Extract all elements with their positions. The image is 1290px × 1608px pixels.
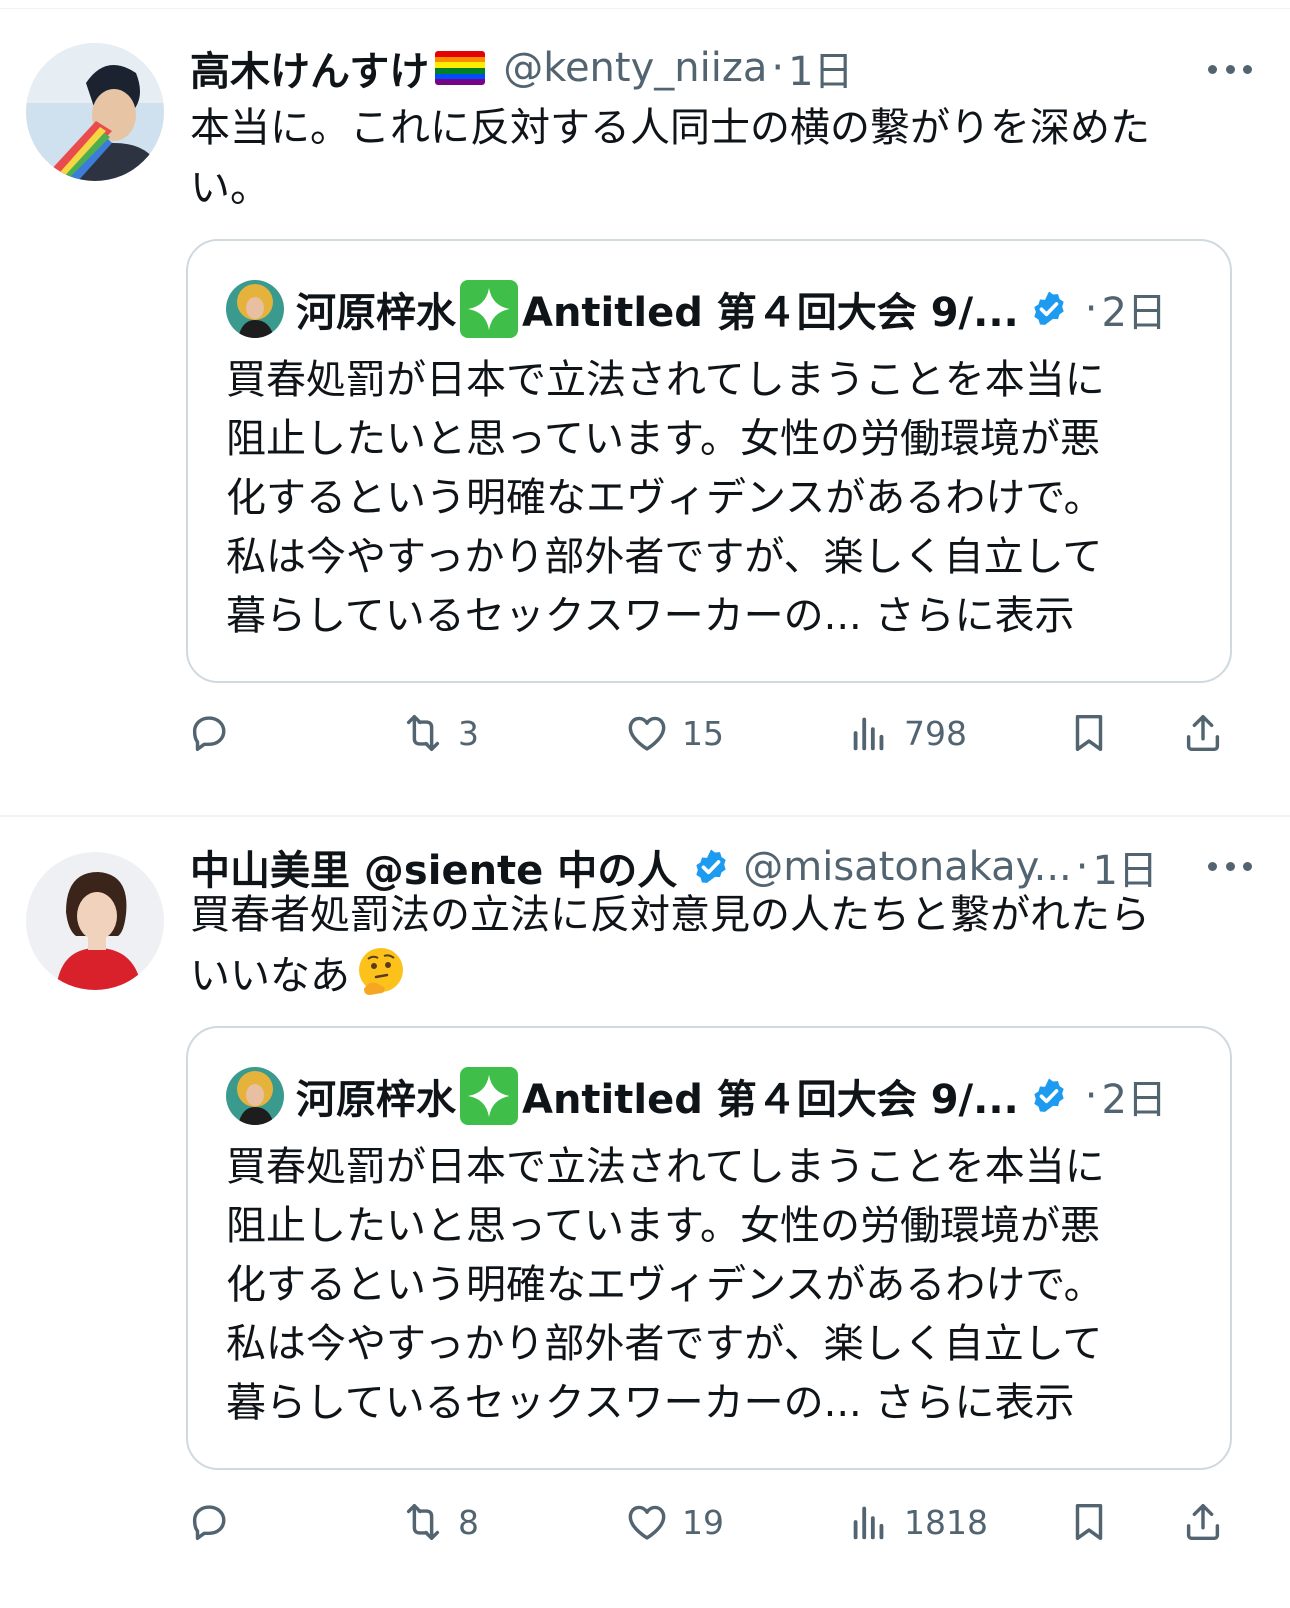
retweet-icon bbox=[406, 1503, 440, 1541]
quoted-display-name-rest: Antitled 第４回大会 9/... bbox=[522, 290, 1019, 336]
tweet-header: 高木けんすけ @kenty_niiza · 1日 bbox=[190, 38, 1270, 98]
handle[interactable]: @kenty_niiza bbox=[503, 45, 767, 91]
quoted-display-name: 河原梓水 bbox=[296, 290, 456, 336]
handle[interactable]: @misatonakay... bbox=[743, 844, 1072, 890]
tweet-text-line-wrap: いいなあ bbox=[190, 945, 1250, 1006]
avatar[interactable] bbox=[26, 852, 164, 990]
quoted-text-line: 阻止したいと思っています。女性の労働環境が悪 bbox=[226, 1203, 1100, 1249]
separator-dot: · bbox=[1084, 1073, 1098, 1119]
retweet-count: 8 bbox=[458, 1502, 479, 1542]
tweet-text: 買春者処罰法の立法に反対意見の人たちと繋がれたら いいなあ bbox=[190, 885, 1250, 1006]
bookmark-icon bbox=[1075, 714, 1103, 752]
views-icon bbox=[853, 717, 884, 751]
bookmark-icon bbox=[1075, 1503, 1103, 1541]
sparkle-emoji bbox=[460, 1067, 518, 1125]
quoted-text-line: 化するという明確なエヴィデンスがあるわけで。 bbox=[226, 475, 1104, 521]
quoted-text-line: 買春処罰が日本で立法されてしまうことを本当に bbox=[226, 357, 1105, 403]
tweet-text-line: い。 bbox=[190, 165, 270, 211]
tweet[interactable]: 中山美里 @siente 中の人 @misatonakay... · 1日 買春… bbox=[0, 817, 1290, 1608]
share-icon bbox=[1186, 1503, 1220, 1541]
quoted-text-line: 私は今やすっかり部外者ですが、楽しく自立して bbox=[226, 1321, 1103, 1367]
more-icon[interactable] bbox=[1208, 862, 1252, 872]
views-button[interactable]: 798 bbox=[846, 698, 967, 768]
retweet-button[interactable]: 8 bbox=[400, 1487, 479, 1557]
separator-dot: · bbox=[1075, 844, 1089, 890]
verified-badge-icon bbox=[1034, 1078, 1064, 1112]
quoted-tweet-header: 河原梓水 Antitled 第４回大会 9/... · 2日 bbox=[226, 279, 1167, 339]
reply-button[interactable] bbox=[186, 698, 232, 768]
quoted-avatar bbox=[226, 1067, 284, 1125]
quoted-tweet-text: 買春処罰が日本で立法されてしまうことを本当に 阻止したいと思っています。女性の労… bbox=[226, 1138, 1180, 1433]
avatar[interactable] bbox=[26, 43, 164, 181]
quoted-tweet[interactable]: 河原梓水 Antitled 第４回大会 9/... · 2日 買春処罰が日本で立… bbox=[186, 239, 1232, 683]
views-icon bbox=[853, 1506, 884, 1540]
tweet[interactable]: 高木けんすけ @kenty_niiza · 1日 本当に。これに反対する人同士の… bbox=[0, 8, 1290, 815]
view-count: 798 bbox=[904, 713, 967, 753]
views-button[interactable]: 1818 bbox=[846, 1487, 988, 1557]
tweet-text: 本当に。これに反対する人同士の横の繋がりを深めた い。 bbox=[190, 98, 1250, 218]
share-button[interactable] bbox=[1180, 698, 1226, 768]
quoted-tweet[interactable]: 河原梓水 Antitled 第４回大会 9/... · 2日 買春処罰が日本で立… bbox=[186, 1026, 1232, 1470]
quoted-timestamp: 2日 bbox=[1101, 290, 1167, 336]
quoted-display-name-rest: Antitled 第４回大会 9/... bbox=[522, 1077, 1019, 1123]
like-button[interactable]: 19 bbox=[624, 1487, 724, 1557]
separator-dot: · bbox=[771, 45, 785, 91]
quoted-avatar bbox=[226, 280, 284, 338]
tweet-text-line: いいなあ bbox=[190, 953, 350, 999]
action-bar: 8 19 1818 bbox=[186, 1487, 1236, 1557]
reply-button[interactable] bbox=[186, 1487, 232, 1557]
quoted-text-line: 暮らしているセックスワーカーの... さらに表示 bbox=[226, 1380, 1075, 1426]
quoted-tweet-text: 買春処罰が日本で立法されてしまうことを本当に 阻止したいと思っています。女性の労… bbox=[226, 351, 1180, 646]
like-count: 19 bbox=[682, 1502, 724, 1542]
retweet-icon bbox=[406, 714, 440, 752]
quoted-timestamp: 2日 bbox=[1101, 1077, 1167, 1123]
heart-icon bbox=[628, 1505, 666, 1540]
sparkle-emoji bbox=[460, 280, 518, 338]
retweet-button[interactable]: 3 bbox=[400, 698, 479, 768]
action-bar: 3 15 798 bbox=[186, 698, 1236, 768]
tweet-text-line: 買春者処罰法の立法に反対意見の人たちと繋がれたら bbox=[190, 892, 1150, 938]
reply-icon bbox=[192, 1505, 226, 1541]
bookmark-button[interactable] bbox=[1066, 1487, 1112, 1557]
thinking-face-emoji bbox=[359, 948, 403, 995]
share-button[interactable] bbox=[1180, 1487, 1226, 1557]
quoted-text-line: 買春処罰が日本で立法されてしまうことを本当に bbox=[226, 1144, 1105, 1190]
verified-badge-icon bbox=[1034, 291, 1064, 325]
share-icon bbox=[1186, 714, 1220, 752]
timestamp[interactable]: 1日 bbox=[788, 39, 853, 97]
reply-icon bbox=[192, 716, 226, 752]
display-name[interactable]: 高木けんすけ bbox=[190, 39, 429, 97]
quoted-text-line: 阻止したいと思っています。女性の労働環境が悪 bbox=[226, 416, 1100, 462]
quoted-display-name: 河原梓水 bbox=[296, 1077, 456, 1123]
more-icon[interactable] bbox=[1208, 65, 1252, 75]
quoted-text-line: 暮らしているセックスワーカーの... さらに表示 bbox=[226, 593, 1075, 639]
quoted-text-line: 化するという明確なエヴィデンスがあるわけで。 bbox=[226, 1262, 1104, 1308]
separator-dot: · bbox=[1084, 286, 1098, 332]
retweet-count: 3 bbox=[458, 713, 479, 753]
bookmark-button[interactable] bbox=[1066, 698, 1112, 768]
quoted-tweet-header: 河原梓水 Antitled 第４回大会 9/... · 2日 bbox=[226, 1066, 1167, 1126]
heart-icon bbox=[628, 716, 666, 751]
like-button[interactable]: 15 bbox=[624, 698, 724, 768]
tweet-text-line: 本当に。これに反対する人同士の横の繋がりを深めた bbox=[190, 105, 1150, 151]
verified-badge-icon bbox=[696, 849, 726, 883]
like-count: 15 bbox=[682, 713, 724, 753]
quoted-text-line: 私は今やすっかり部外者ですが、楽しく自立して bbox=[226, 534, 1103, 580]
rainbow-flag-emoji bbox=[435, 51, 486, 85]
view-count: 1818 bbox=[904, 1502, 988, 1542]
